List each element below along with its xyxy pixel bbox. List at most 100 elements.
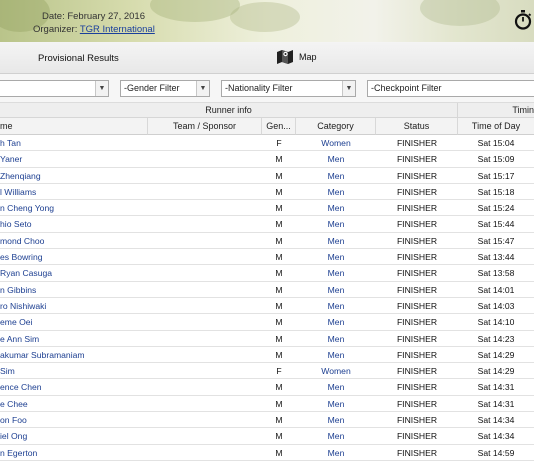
- runner-name-cell[interactable]: e Chee: [0, 396, 148, 412]
- runner-name-cell[interactable]: eme Oei: [0, 314, 148, 330]
- table-row[interactable]: es Bowring M Men FINISHER Sat 13:44: [0, 249, 534, 266]
- status-cell: FINISHER: [396, 333, 438, 344]
- team-sponsor-cell: [148, 200, 262, 216]
- gender-cell: M: [275, 154, 283, 165]
- banner-foliage: [230, 2, 300, 32]
- category-cell[interactable]: Men: [296, 265, 376, 281]
- status-cell: FINISHER: [396, 447, 438, 458]
- table-row[interactable]: on Foo M Men FINISHER Sat 14:34: [0, 412, 534, 429]
- runner-name-cell[interactable]: Yaner: [0, 151, 148, 167]
- runner-name-cell[interactable]: mond Choo: [0, 233, 148, 249]
- gender-cell: M: [275, 252, 283, 263]
- status-cell: FINISHER: [396, 349, 438, 360]
- table-row[interactable]: iel Ong M Men FINISHER Sat 14:34: [0, 428, 534, 445]
- runner-name-cell[interactable]: iel Ong: [0, 428, 148, 444]
- time-of-day-cell: Sat 13:58: [477, 268, 515, 279]
- table-row[interactable]: e Ann Sim M Men FINISHER Sat 14:23: [0, 330, 534, 347]
- runner-name-cell[interactable]: hio Seto: [0, 216, 148, 232]
- column-header-name[interactable]: me: [0, 118, 148, 135]
- runner-name-cell[interactable]: h Tan: [0, 135, 148, 151]
- team-sponsor-cell: [148, 331, 262, 347]
- table-row[interactable]: hio Seto M Men FINISHER Sat 15:44: [0, 216, 534, 233]
- table-row[interactable]: Zhenqiang M Men FINISHER Sat 15:17: [0, 167, 534, 184]
- gender-cell: M: [275, 447, 283, 458]
- column-header-category[interactable]: Category: [296, 118, 376, 135]
- team-sponsor-cell: [148, 216, 262, 232]
- chevron-down-icon[interactable]: ▼: [196, 81, 209, 96]
- status-cell: FINISHER: [396, 138, 438, 148]
- category-cell[interactable]: Men: [296, 282, 376, 298]
- runner-name-cell[interactable]: ro Nishiwaki: [0, 298, 148, 314]
- category-cell[interactable]: Men: [296, 184, 376, 200]
- runner-name-cell[interactable]: n Cheng Yong: [0, 200, 148, 216]
- runner-name-cell[interactable]: ence Chen: [0, 379, 148, 395]
- category-cell[interactable]: Men: [296, 249, 376, 265]
- runner-name-cell[interactable]: n Egerton: [0, 445, 148, 461]
- team-sponsor-cell: [148, 314, 262, 330]
- time-of-day-cell: Sat 14:31: [477, 398, 515, 409]
- checkpoint-filter-select[interactable]: -Checkpoint Filter: [367, 80, 534, 97]
- chevron-down-icon[interactable]: ▼: [95, 81, 108, 96]
- column-header-status[interactable]: Status: [376, 118, 458, 135]
- category-cell[interactable]: Men: [296, 216, 376, 232]
- category-cell[interactable]: Men: [296, 331, 376, 347]
- runner-name-cell[interactable]: Zhenqiang: [0, 168, 148, 184]
- category-cell[interactable]: Men: [296, 396, 376, 412]
- gender-cell: M: [275, 186, 283, 197]
- runner-name-cell[interactable]: n Gibbins: [0, 282, 148, 298]
- results-rows: h Tan F Women FINISHER Sat 15:04 Yaner M Men FIN…: [0, 135, 534, 461]
- runner-name-cell[interactable]: es Bowring: [0, 249, 148, 265]
- category-cell[interactable]: Men: [296, 379, 376, 395]
- category-cell[interactable]: Women: [296, 135, 376, 151]
- table-row[interactable]: Ryan Casuga M Men FINISHER Sat 13:58: [0, 265, 534, 282]
- column-header-gender[interactable]: Gen...: [262, 118, 296, 135]
- gender-cell: F: [276, 366, 282, 377]
- category-cell[interactable]: Men: [296, 314, 376, 330]
- table-row[interactable]: Sim F Women FINISHER Sat 14:29: [0, 363, 534, 380]
- runner-name-cell[interactable]: e Ann Sim: [0, 331, 148, 347]
- status-cell: FINISHER: [396, 203, 438, 214]
- table-row[interactable]: h Tan F Women FINISHER Sat 15:04: [0, 135, 534, 152]
- category-cell[interactable]: Women: [296, 363, 376, 379]
- table-row[interactable]: mond Choo M Men FINISHER Sat 15:47: [0, 232, 534, 250]
- table-row[interactable]: l Williams M Men FINISHER Sat 15:18: [0, 183, 534, 201]
- runner-name-cell[interactable]: l Williams: [0, 184, 148, 200]
- team-sponsor-cell: [148, 249, 262, 265]
- category-cell[interactable]: Men: [296, 168, 376, 184]
- gender-cell: M: [275, 203, 283, 214]
- column-header-team[interactable]: Team / Sponsor: [148, 118, 262, 135]
- table-row[interactable]: n Gibbins M Men FINISHER Sat 14:01: [0, 281, 534, 298]
- table-row[interactable]: akumar Subramaniam M Men FINISHER Sat 14:29: [0, 346, 534, 364]
- time-of-day-cell: Sat 14:23: [477, 333, 515, 344]
- runner-name-cell[interactable]: Sim: [0, 363, 148, 379]
- category-cell[interactable]: Men: [296, 298, 376, 314]
- category-cell[interactable]: Men: [296, 151, 376, 167]
- nationality-filter-select[interactable]: -Nationality Filter ▼: [221, 80, 356, 97]
- gender-filter-select[interactable]: -Gender Filter ▼: [120, 80, 210, 97]
- column-header-time[interactable]: Time of Day: [458, 118, 534, 135]
- map-button[interactable]: Map: [276, 49, 317, 65]
- table-row[interactable]: ro Nishiwaki M Men FINISHER Sat 14:03: [0, 297, 534, 315]
- table-row[interactable]: Yaner M Men FINISHER Sat 15:09: [0, 151, 534, 168]
- table-row[interactable]: eme Oei M Men FINISHER Sat 14:10: [0, 314, 534, 331]
- event-date: Date: February 27, 2016: [42, 11, 145, 22]
- search-filter-select[interactable]: ▼: [0, 80, 109, 97]
- table-row[interactable]: e Chee M Men FINISHER Sat 14:31: [0, 395, 534, 413]
- organizer-link[interactable]: TGR International: [80, 24, 155, 35]
- category-cell[interactable]: Men: [296, 347, 376, 363]
- runner-name-cell[interactable]: on Foo: [0, 412, 148, 428]
- table-row[interactable]: n Cheng Yong M Men FINISHER Sat 15:24: [0, 200, 534, 217]
- chevron-down-icon[interactable]: ▼: [342, 81, 355, 96]
- team-sponsor-cell: [148, 445, 262, 461]
- status-cell: FINISHER: [396, 235, 438, 246]
- table-row[interactable]: n Egerton M Men FINISHER Sat 14:59: [0, 444, 534, 461]
- runner-name-cell[interactable]: Ryan Casuga: [0, 265, 148, 281]
- category-cell[interactable]: Men: [296, 412, 376, 428]
- category-cell[interactable]: Men: [296, 445, 376, 461]
- category-cell[interactable]: Men: [296, 233, 376, 249]
- category-cell[interactable]: Men: [296, 428, 376, 444]
- table-row[interactable]: ence Chen M Men FINISHER Sat 14:31: [0, 379, 534, 396]
- runner-name-cell[interactable]: akumar Subramaniam: [0, 347, 148, 363]
- category-cell[interactable]: Men: [296, 200, 376, 216]
- filter-bar: ▼ -Gender Filter ▼ -Nationality Filter ▼…: [0, 74, 534, 103]
